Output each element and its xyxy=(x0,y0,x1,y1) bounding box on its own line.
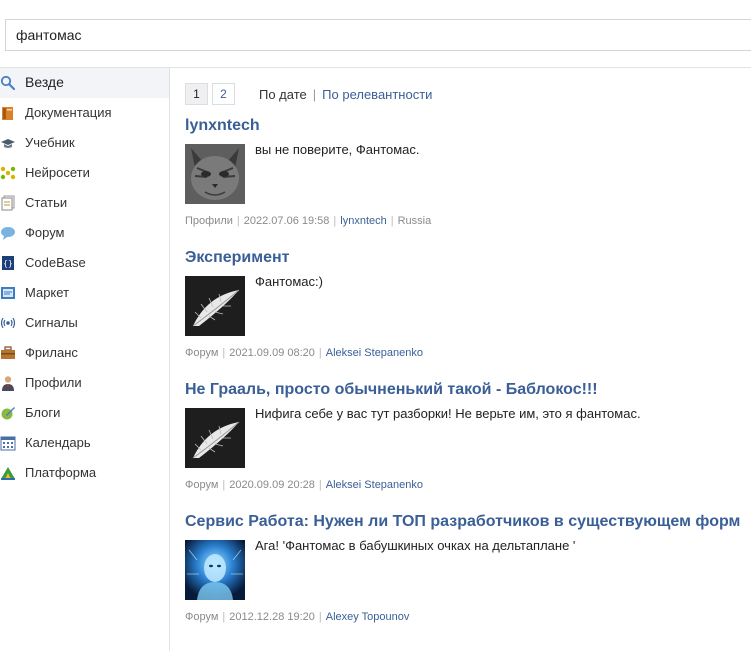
search-input[interactable] xyxy=(5,19,751,51)
result-author-link[interactable]: Aleksei Stepanenko xyxy=(326,479,423,491)
sidebar-item-label: Форум xyxy=(25,225,65,240)
meta-separator: | xyxy=(318,611,322,623)
result-title-link[interactable]: lynxntech xyxy=(185,116,260,136)
meta-separator: | xyxy=(333,215,337,227)
meta-separator: | xyxy=(222,347,226,359)
sidebar-item-label: CodeBase xyxy=(25,255,86,270)
result-section: Форум xyxy=(185,479,219,491)
sidebar-item-label: Маркет xyxy=(25,285,70,300)
pagination: 1 2 По дате | По релевантности xyxy=(185,83,432,105)
sidebar-item-signals[interactable]: Сигналы xyxy=(0,308,169,338)
result-meta: Профили | 2022.07.06 19:58 | lynxntech | Russi… xyxy=(185,214,431,228)
svg-text:{}: {} xyxy=(3,259,13,268)
result-date: 2021.09.09 08:20 xyxy=(229,347,315,359)
meta-separator: | xyxy=(318,347,322,359)
sidebar-item-label: Фриланс xyxy=(25,345,78,360)
sort-by-date[interactable]: По дате xyxy=(259,87,307,102)
search-results: 1 2 По дате | По релевантности lynxntech xyxy=(185,68,751,651)
sidebar-item-documentation[interactable]: Документация xyxy=(0,98,169,128)
result-country: Russia xyxy=(397,215,432,227)
sidebar-item-articles[interactable]: Статьи xyxy=(0,188,169,218)
sidebar-item-forum[interactable]: Форум xyxy=(0,218,169,248)
cat-avatar-image[interactable] xyxy=(185,144,245,204)
sidebar-item-codebase[interactable]: {} CodeBase xyxy=(0,248,169,278)
meta-separator: | xyxy=(236,215,240,227)
market-icon xyxy=(1,287,15,299)
platform-icon xyxy=(1,467,15,480)
result-date: 2012.12.28 19:20 xyxy=(229,611,315,623)
sidebar-item-calendar[interactable]: Календарь xyxy=(0,428,169,458)
result-author-link[interactable]: Alexey Topounov xyxy=(326,611,410,623)
sidebar-item-label: Учебник xyxy=(25,135,75,150)
sidebar-item-market[interactable]: Маркет xyxy=(0,278,169,308)
result-section: Форум xyxy=(185,611,219,623)
result-title-link[interactable]: Сервис Работа: Нужен ли ТОП разработчико… xyxy=(185,512,740,532)
result-meta: Форум | 2020.09.09 20:28 | Aleksei Stepanenk… xyxy=(185,478,423,492)
result-meta: Форум | 2012.12.28 19:20 | Alexey Topounov xyxy=(185,610,409,624)
result-date: 2020.09.09 20:28 xyxy=(229,479,315,491)
person-icon xyxy=(2,376,14,391)
sidebar-item-label: Статьи xyxy=(25,195,68,210)
result-snippet: Нифига себе у вас тут разборки! Не верьт… xyxy=(255,406,641,421)
sidebar-item-profiles[interactable]: Профили xyxy=(0,368,169,398)
sidebar-item-label: Документация xyxy=(25,105,112,120)
blog-icon xyxy=(1,407,15,420)
sidebar-item-label: Платформа xyxy=(25,465,97,480)
neural-network-icon xyxy=(0,166,16,180)
sidebar-item-neural-networks[interactable]: Нейросети xyxy=(0,158,169,188)
sidebar-item-platform[interactable]: Платформа xyxy=(0,458,169,488)
result-meta: Форум | 2021.09.09 08:20 | Aleksei Stepanenk… xyxy=(185,346,423,360)
calendar-icon xyxy=(0,436,16,451)
sidebar-item-label: Сигналы xyxy=(25,315,78,330)
page-button-2[interactable]: 2 xyxy=(212,83,235,105)
result-author-link[interactable]: Aleksei Stepanenko xyxy=(326,347,423,359)
result-snippet: вы не поверите, Фантомас. xyxy=(255,142,420,157)
graduation-cap-icon xyxy=(1,139,15,148)
search-page: Везде Документация Учебник xyxy=(0,0,751,651)
sidebar-item-blogs[interactable]: Блоги xyxy=(0,398,169,428)
meta-separator: | xyxy=(390,215,394,227)
articles-icon xyxy=(1,195,15,211)
feather-avatar-image[interactable] xyxy=(185,408,245,468)
page-button-1[interactable]: 1 xyxy=(185,83,208,105)
digital-head-avatar-image[interactable] xyxy=(185,540,245,600)
result-title-link[interactable]: Эксперимент xyxy=(185,248,289,268)
meta-separator: | xyxy=(222,479,226,491)
sidebar-item-everywhere[interactable]: Везде xyxy=(0,68,169,98)
sort-separator: | xyxy=(312,86,317,102)
search-bar xyxy=(0,0,751,68)
codebase-icon: {} xyxy=(2,256,14,270)
sidebar-item-freelance[interactable]: Фриланс xyxy=(0,338,169,368)
search-icon xyxy=(0,75,16,91)
sidebar-item-label: Блоги xyxy=(25,405,61,420)
result-section: Профили xyxy=(185,215,233,227)
sort-by-relevance-link[interactable]: По релевантности xyxy=(322,87,432,102)
book-icon xyxy=(2,107,13,120)
signal-icon xyxy=(0,317,16,329)
speech-bubble-icon xyxy=(1,227,15,240)
sort-options: По дате | По релевантности xyxy=(259,87,432,102)
sidebar-item-label: Везде xyxy=(25,74,64,90)
meta-separator: | xyxy=(222,611,226,623)
meta-separator: | xyxy=(318,479,322,491)
sidebar-item-label: Календарь xyxy=(25,435,91,450)
sidebar-item-tutorial[interactable]: Учебник xyxy=(0,128,169,158)
sidebar-item-label: Профили xyxy=(25,375,82,390)
sidebar: Везде Документация Учебник Нейросети Ста… xyxy=(0,68,170,651)
result-snippet: Ага! 'Фантомас в бабушкиных очках на дел… xyxy=(255,538,576,553)
result-snippet: Фантомас:) xyxy=(255,274,323,289)
feather-avatar-image[interactable] xyxy=(185,276,245,336)
result-section: Форум xyxy=(185,347,219,359)
result-title-link[interactable]: Не Грааль, просто обычненький такой - Ба… xyxy=(185,380,598,400)
result-date: 2022.07.06 19:58 xyxy=(243,215,330,227)
briefcase-icon xyxy=(1,346,15,359)
result-author-link[interactable]: lynxntech xyxy=(340,215,386,227)
sidebar-item-label: Нейросети xyxy=(25,165,90,180)
